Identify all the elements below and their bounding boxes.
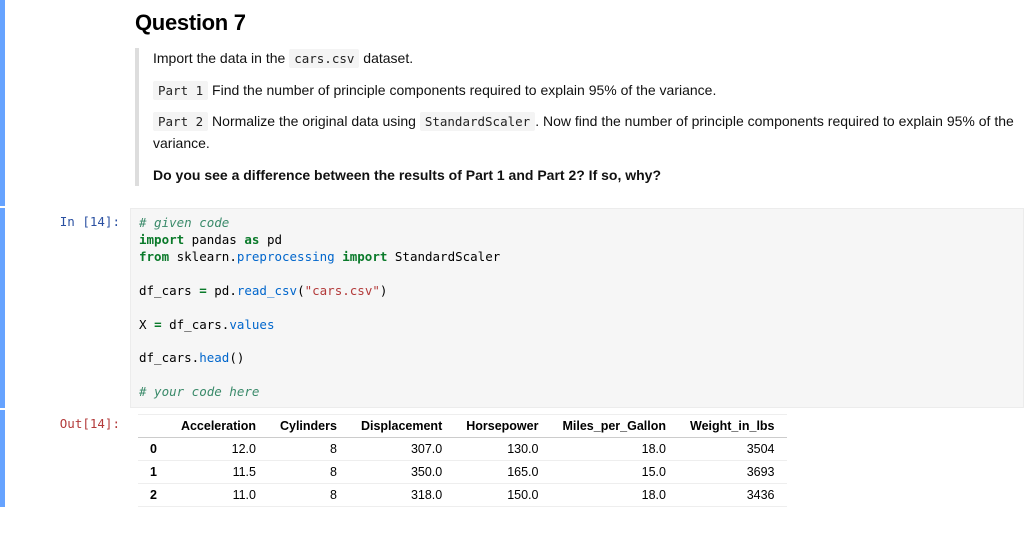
table-row: 2 11.0 8 318.0 150.0 18.0 3436 bbox=[138, 484, 787, 507]
part2-line: Part 2 Normalize the original data using… bbox=[153, 111, 1016, 154]
part2-tag: Part 2 bbox=[153, 112, 208, 131]
intro-code: cars.csv bbox=[289, 49, 359, 68]
code-cell: In [14]: # given code import pandas as p… bbox=[0, 208, 1024, 408]
part1-line: Part 1 Find the number of principle comp… bbox=[153, 80, 1016, 102]
output-area: Acceleration Cylinders Displacement Hors… bbox=[130, 410, 1024, 507]
part2-text-a: Normalize the original data using bbox=[208, 113, 420, 129]
closing-question: Do you see a difference between the resu… bbox=[153, 165, 1016, 187]
col-header: Horsepower bbox=[454, 415, 550, 438]
table-row: 1 11.5 8 350.0 165.0 15.0 3693 bbox=[138, 461, 787, 484]
row-index: 2 bbox=[138, 484, 169, 507]
notebook: Question 7 Import the data in the cars.c… bbox=[0, 0, 1024, 507]
row-index: 1 bbox=[138, 461, 169, 484]
col-header: Miles_per_Gallon bbox=[550, 415, 678, 438]
col-header: Weight_in_lbs bbox=[678, 415, 787, 438]
question-block: Import the data in the cars.csv dataset.… bbox=[135, 48, 1016, 186]
part2-code: StandardScaler bbox=[420, 112, 535, 131]
col-header: Displacement bbox=[349, 415, 454, 438]
intro-text-a: Import the data in the bbox=[153, 50, 289, 66]
intro-line: Import the data in the cars.csv dataset. bbox=[153, 48, 1016, 70]
question-title: Question 7 bbox=[135, 10, 1016, 36]
code-input[interactable]: # given code import pandas as pd from sk… bbox=[130, 208, 1024, 408]
col-header: Cylinders bbox=[268, 415, 349, 438]
table-header-row: Acceleration Cylinders Displacement Hors… bbox=[138, 415, 787, 438]
col-header: Acceleration bbox=[169, 415, 268, 438]
output-cell: Out[14]: Acceleration Cylinders Displace… bbox=[0, 410, 1024, 507]
part1-tag: Part 1 bbox=[153, 81, 208, 100]
code-comment: # given code bbox=[139, 215, 229, 230]
markdown-cell: Question 7 Import the data in the cars.c… bbox=[0, 0, 1024, 206]
row-index: 0 bbox=[138, 438, 169, 461]
table-row: 0 12.0 8 307.0 130.0 18.0 3504 bbox=[138, 438, 787, 461]
out-prompt: Out[14]: bbox=[5, 410, 130, 507]
intro-text-b: dataset. bbox=[359, 50, 413, 66]
part1-text: Find the number of principle components … bbox=[208, 82, 716, 98]
in-prompt: In [14]: bbox=[5, 208, 130, 408]
code-comment-2: # your code here bbox=[139, 384, 259, 399]
dataframe-table: Acceleration Cylinders Displacement Hors… bbox=[138, 414, 787, 507]
